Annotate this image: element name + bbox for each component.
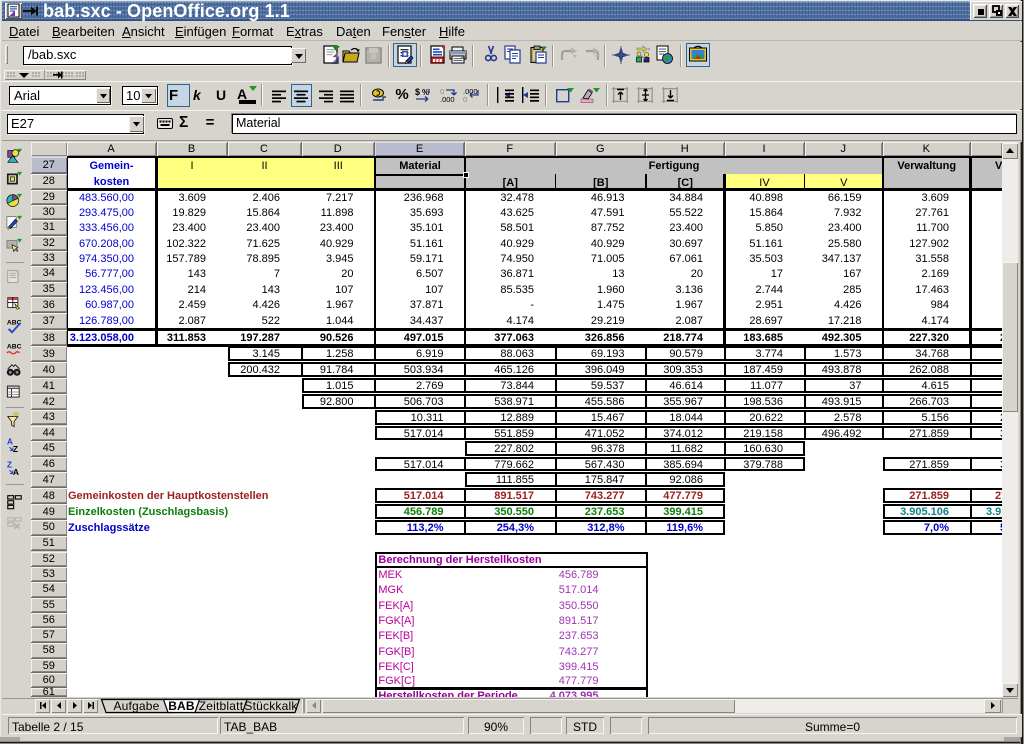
svg-text:Z: Z	[7, 460, 12, 470]
svg-text:Z: Z	[13, 444, 18, 454]
svg-text:.000: .000	[440, 95, 455, 104]
svg-text:$: $	[415, 87, 420, 97]
svg-text:A: A	[13, 467, 19, 477]
svg-text:ABC: ABC	[7, 344, 22, 351]
svg-text:%: %	[422, 88, 429, 97]
svg-text:0: 0	[463, 95, 467, 104]
